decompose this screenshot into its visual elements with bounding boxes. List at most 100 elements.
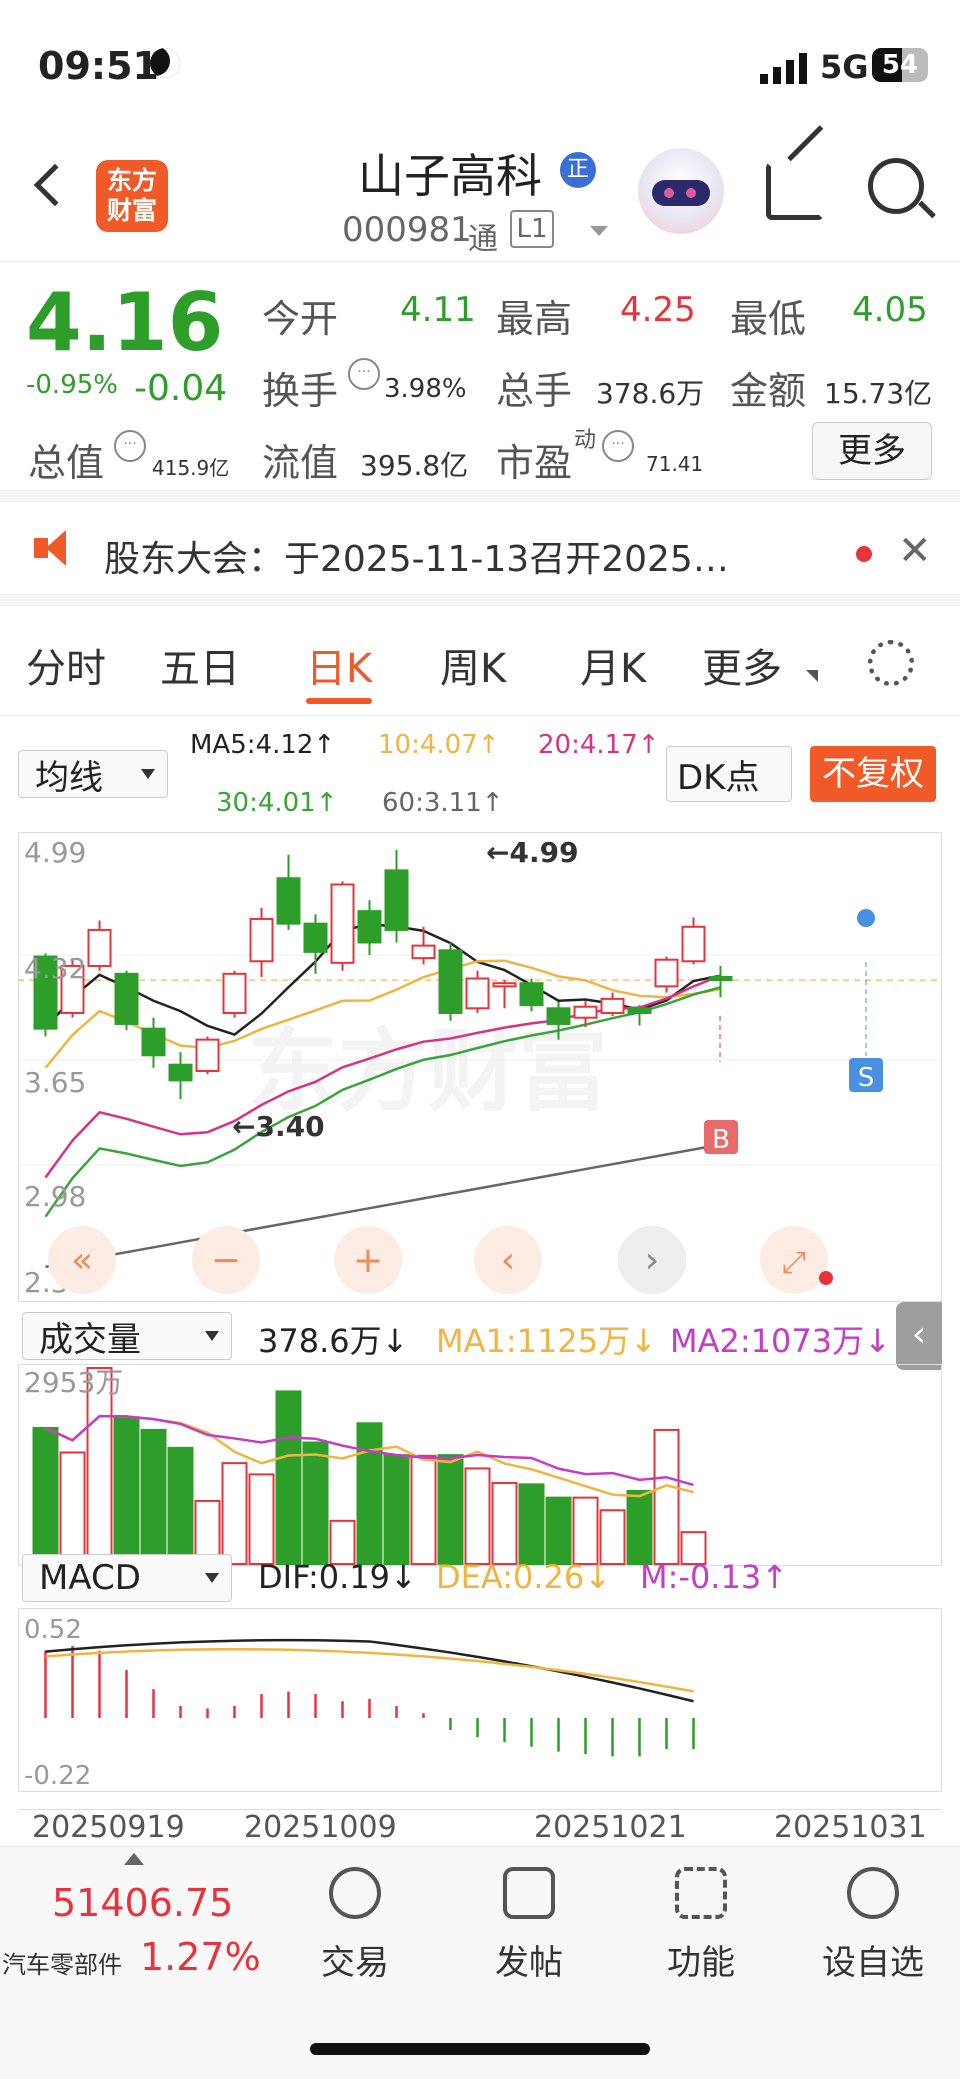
level-badge: L1 <box>510 210 554 248</box>
tab-zhouk[interactable]: 周K <box>440 636 506 694</box>
tab-yuek[interactable]: 月K <box>580 636 646 694</box>
macd-selector[interactable]: MACD <box>22 1554 232 1602</box>
candle-body <box>222 972 247 1014</box>
candle-body <box>411 944 436 960</box>
chevron-down-icon[interactable] <box>590 226 608 236</box>
volume-ma2: MA2:1073万↓ <box>670 1322 891 1360</box>
candle-body <box>492 982 517 988</box>
tab-wuri[interactable]: 五日 <box>160 636 240 694</box>
high-label: 最高 <box>496 297 573 341</box>
ma5-legend: MA5:4.12↑ <box>190 730 336 760</box>
volume-bar <box>221 1462 248 1565</box>
add-watchlist-button[interactable]: 设自选 <box>788 1867 958 1984</box>
open-label: 今开 <box>262 297 339 341</box>
gear-icon[interactable] <box>868 640 914 686</box>
sell-tag-label: S <box>858 1063 875 1093</box>
candle-body <box>654 958 679 988</box>
volume-bar <box>518 1483 545 1565</box>
ma-selector-label: 均线 <box>35 757 103 798</box>
last-price: 4.16 <box>26 276 224 369</box>
volume-bar <box>410 1454 437 1565</box>
info-icon[interactable]: ··· <box>602 430 634 462</box>
stock-name: 山子高科 <box>358 149 542 203</box>
add-watchlist-label: 设自选 <box>822 1943 924 1983</box>
y-label-3: 3.65 <box>24 1066 86 1099</box>
fuquan-button[interactable]: 不复权 <box>810 746 936 802</box>
ma60-legend: 60:3.11↑ <box>382 788 504 818</box>
macd-selector-label: MACD <box>39 1558 141 1598</box>
candle-body <box>141 1027 166 1057</box>
kline-panel[interactable]: 东方财富 4.99 4.32 3.65 2.98 2.31 ←4.99 ←3.4… <box>18 832 942 1302</box>
low-value: 4.05 <box>852 290 928 330</box>
date-axis <box>18 1798 942 1810</box>
turnover-value: 3.98% <box>384 374 467 404</box>
high-value: 4.25 <box>620 290 696 330</box>
robot-avatar[interactable] <box>638 148 724 234</box>
stock-code: 000981 <box>342 210 472 250</box>
amount-label: 金额 <box>730 369 807 413</box>
change-percent: -0.95% <box>26 370 118 400</box>
dk-button[interactable]: DK点 <box>666 746 792 802</box>
search-icon[interactable] <box>868 158 936 219</box>
tab-fenshi[interactable]: 分时 <box>26 636 106 694</box>
volume-value: 378.6万 <box>596 377 705 410</box>
candle-body <box>438 949 463 1014</box>
notice-bar[interactable]: 股东大会：于2025-11-13召开2025… ✕ <box>0 502 960 606</box>
mcap-value: 415.9亿 <box>152 456 230 480</box>
function-button[interactable]: 功能 <box>616 1867 786 1984</box>
tab-rik[interactable]: 日K <box>306 636 372 694</box>
date-label-1: 20250919 <box>32 1810 185 1845</box>
status-bar: 09:51 5G 54 <box>0 0 960 130</box>
volume-selector[interactable]: 成交量 <box>22 1312 232 1360</box>
function-label: 功能 <box>667 1943 735 1983</box>
candle-body <box>600 997 625 1014</box>
volume-bar <box>32 1426 59 1565</box>
macd-top-label: 0.52 <box>24 1615 82 1645</box>
index-value[interactable]: 51406.75 <box>52 1881 233 1925</box>
share-icon[interactable] <box>766 125 824 220</box>
kline-chart-area: 均线 MA5:4.12↑ 10:4.07↑ 20:4.17↑ 30:4.01↑ … <box>0 716 960 1846</box>
period-tabs: 分时 五日 日K 周K 月K 更多 <box>0 606 960 716</box>
low-label: 最低 <box>730 297 807 341</box>
more-dots-icon <box>847 1867 899 1919</box>
open-value: 4.11 <box>400 290 476 330</box>
volume-bar <box>653 1428 680 1565</box>
volume-bar <box>572 1496 599 1565</box>
chart-toolbar: « − + ‹ › ⤢ <box>48 1226 833 1294</box>
volume-bar <box>275 1390 302 1565</box>
date-label-2: 20251009 <box>244 1810 397 1845</box>
ma-selector[interactable]: 均线 <box>18 750 168 798</box>
volume-bar <box>167 1446 194 1565</box>
volume-bar <box>383 1454 410 1565</box>
corner-caret-icon <box>806 670 818 682</box>
grid-icon <box>675 1867 727 1919</box>
pe-superscript: 动 <box>574 428 597 453</box>
tab-more[interactable]: 更多 <box>702 636 782 694</box>
battery-level: 54 <box>881 50 919 80</box>
back-icon[interactable] <box>33 163 77 207</box>
candle-body <box>465 977 490 1010</box>
tong-label: 通 <box>468 222 498 257</box>
post-button[interactable]: 发帖 <box>444 1867 614 1984</box>
app-logo[interactable]: 东方 财富 <box>96 160 168 232</box>
index-percent: 1.27% <box>140 1935 261 1979</box>
more-button[interactable]: 更多 <box>812 422 932 480</box>
high-marker: ←4.99 <box>486 836 579 869</box>
date-label-3: 20251021 <box>534 1810 687 1845</box>
candle-body <box>249 917 274 963</box>
info-icon[interactable]: ··· <box>348 358 380 390</box>
dif-line <box>45 1638 694 1703</box>
close-icon[interactable]: ✕ <box>898 528 932 574</box>
ma30-legend: 30:4.01↑ <box>216 788 338 818</box>
index-name: 汽车零部件 <box>2 1951 122 1979</box>
expand-up-icon[interactable] <box>124 1853 144 1865</box>
trade-button[interactable]: 交易 <box>270 1867 440 1984</box>
yuan-icon <box>329 1867 381 1919</box>
collapse-panel-button[interactable]: ‹ <box>896 1302 942 1370</box>
info-icon[interactable]: ··· <box>114 430 146 462</box>
volume-bar <box>599 1509 626 1565</box>
volume-bar <box>59 1451 86 1565</box>
moon-icon <box>150 48 180 78</box>
candle-body <box>546 1007 571 1025</box>
y-label-2: 4.32 <box>24 952 86 985</box>
